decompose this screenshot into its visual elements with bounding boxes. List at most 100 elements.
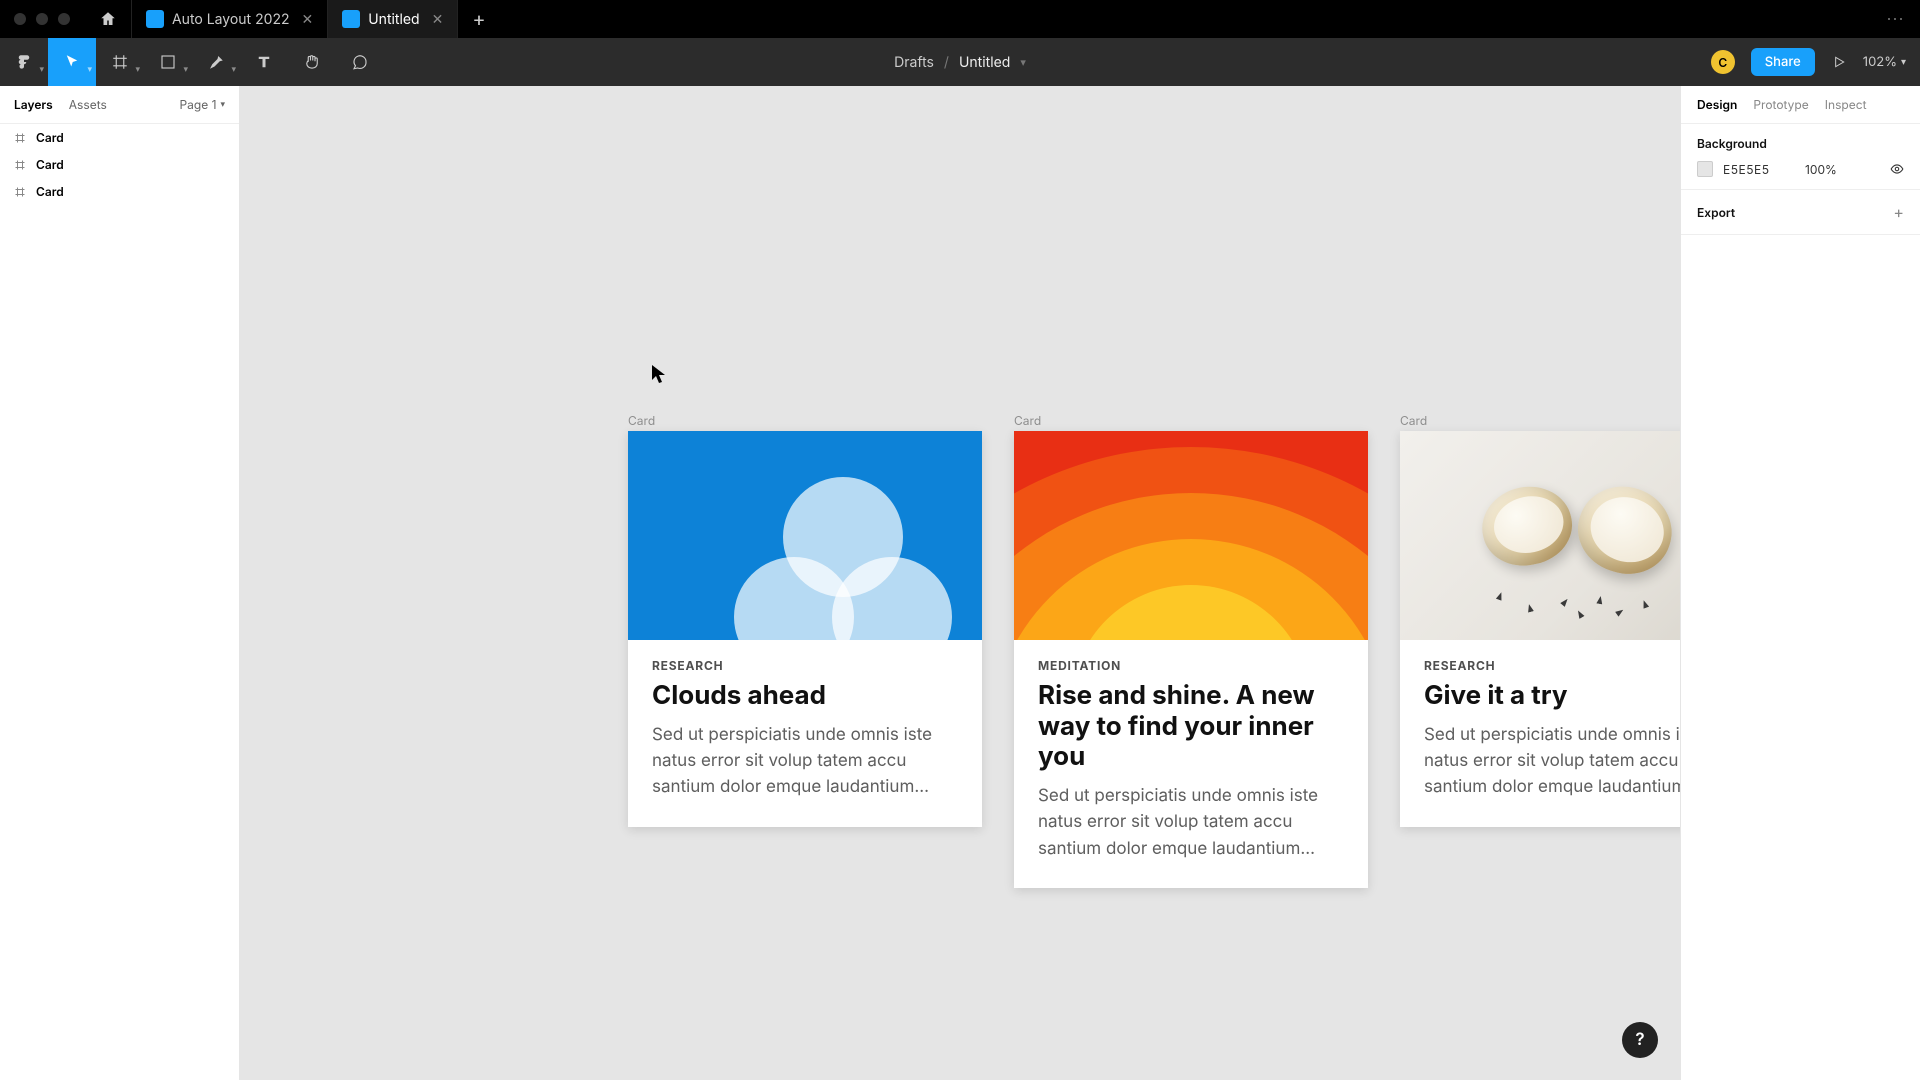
shard [1526,603,1534,612]
card-text: Sed ut perspiciatis unde omnis iste natu… [1038,783,1344,862]
folder-label: Drafts [894,54,934,71]
shard [1560,597,1570,607]
frame-card-3[interactable]: Card [1400,413,1680,827]
pen-icon [207,53,225,71]
eye-icon[interactable] [1890,162,1904,176]
help-button[interactable]: ? [1622,1022,1658,1058]
chevron-down-icon: ▾ [135,64,140,75]
avatar[interactable]: C [1711,50,1735,74]
close-icon[interactable]: ✕ [302,11,314,28]
frame-card-1[interactable]: Card RESEARCH Clouds ahead Sed ut perspi… [628,413,982,827]
egg-illustration [1482,487,1672,573]
card-title: Give it a try [1424,681,1680,712]
traffic-zoom[interactable] [58,13,70,25]
page-label: Page 1 [179,97,216,112]
cards-group: Card RESEARCH Clouds ahead Sed ut perspi… [628,413,1680,888]
add-export-button[interactable]: + [1893,202,1904,222]
shape-tool[interactable]: ▾ [144,38,192,86]
page-selector[interactable]: Page 1 ▾ [179,97,225,112]
frame-card-2[interactable]: Card MEDITATION Rise and shine. A new wa… [1014,413,1368,888]
cursor-icon [652,365,666,383]
frame-label: Card [628,413,982,428]
share-button[interactable]: Share [1751,48,1815,76]
color-opacity[interactable]: 100% [1805,162,1845,177]
card-body: RESEARCH Give it a try Sed ut perspiciat… [1400,640,1680,827]
hand-tool[interactable] [288,38,336,86]
shard [1615,607,1625,617]
tab-layers[interactable]: Layers [14,97,53,112]
background-row[interactable]: E5E5E5 100% [1697,161,1904,177]
play-icon [1831,54,1847,70]
card: MEDITATION Rise and shine. A new way to … [1014,431,1368,888]
tab-untitled[interactable]: Untitled ✕ [328,0,458,38]
tab-assets[interactable]: Assets [69,97,107,112]
text-icon [255,53,273,71]
frame-tool[interactable]: ▾ [96,38,144,86]
chevron-down-icon: ▾ [39,64,44,75]
color-hex[interactable]: E5E5E5 [1723,162,1795,177]
chevron-down-icon: ▾ [1020,55,1026,69]
chevron-down-icon: ▾ [87,64,92,75]
chevron-down-icon: ▾ [1901,56,1906,68]
design-panel: Design Prototype Inspect Background E5E5… [1680,86,1920,1080]
egg-shell [1475,478,1579,573]
more-icon[interactable]: ⋯ [1886,9,1906,30]
left-panel-tabs: Layers Assets Page 1 ▾ [0,86,239,124]
layer-row[interactable]: Card [0,124,239,151]
home-button[interactable] [84,0,132,38]
traffic-minimize[interactable] [36,13,48,25]
home-icon [99,10,117,28]
main-menu-button[interactable]: ▾ [0,38,48,86]
frame-label: Card [1014,413,1368,428]
tab-label: Auto Layout 2022 [172,11,290,28]
text-tool[interactable] [240,38,288,86]
export-section: Export + [1681,190,1920,235]
layer-row[interactable]: Card [0,151,239,178]
card-image-clouds [628,431,982,640]
breadcrumb[interactable]: Drafts / Untitled ▾ [894,54,1026,71]
file-icon [146,10,164,28]
file-icon [342,10,360,28]
pen-tool[interactable]: ▾ [192,38,240,86]
present-button[interactable] [1831,54,1847,70]
tab-inspect[interactable]: Inspect [1825,97,1867,112]
layers-panel: Layers Assets Page 1 ▾ Card Card Card [0,86,240,1080]
tab-label: Untitled [368,11,419,28]
cursor-icon [63,53,81,71]
layer-name: Card [36,157,64,172]
card-title: Rise and shine. A new way to find your i… [1038,681,1344,773]
card-eyebrow: RESEARCH [1424,658,1680,673]
breadcrumb-separator: / [944,54,949,71]
canvas[interactable]: Card RESEARCH Clouds ahead Sed ut perspi… [240,86,1680,1080]
card: RESEARCH Clouds ahead Sed ut perspiciati… [628,431,982,827]
shard [1596,596,1603,605]
close-icon[interactable]: ✕ [432,11,444,28]
zoom-control[interactable]: 102% ▾ [1863,54,1906,70]
new-tab-button[interactable]: + [458,7,499,31]
shard [1575,609,1584,619]
card-body: RESEARCH Clouds ahead Sed ut perspiciati… [628,640,982,827]
egg-shards [1467,562,1680,622]
window-traffic-lights [14,13,70,25]
layer-name: Card [36,184,64,199]
tab-prototype[interactable]: Prototype [1753,97,1808,112]
frame-icon [14,186,26,198]
layer-row[interactable]: Card [0,178,239,205]
traffic-close[interactable] [14,13,26,25]
comment-icon [351,53,369,71]
move-tool[interactable]: ▾ [48,38,96,86]
card-eyebrow: RESEARCH [652,658,958,673]
card-eyebrow: MEDITATION [1038,658,1344,673]
tab-design[interactable]: Design [1697,97,1737,112]
hand-icon [303,53,321,71]
figma-logo-icon [15,53,33,71]
right-panel-tabs: Design Prototype Inspect [1681,86,1920,124]
frame-icon [14,132,26,144]
layer-name: Card [36,130,64,145]
card-text: Sed ut perspiciatis unde omnis iste natu… [652,722,958,801]
card-image-sunrise [1014,431,1368,640]
tab-auto-layout-2022[interactable]: Auto Layout 2022 ✕ [132,0,328,38]
toolbar-left: ▾ ▾ ▾ ▾ ▾ [0,38,384,86]
comment-tool[interactable] [336,38,384,86]
color-swatch[interactable] [1697,161,1713,177]
